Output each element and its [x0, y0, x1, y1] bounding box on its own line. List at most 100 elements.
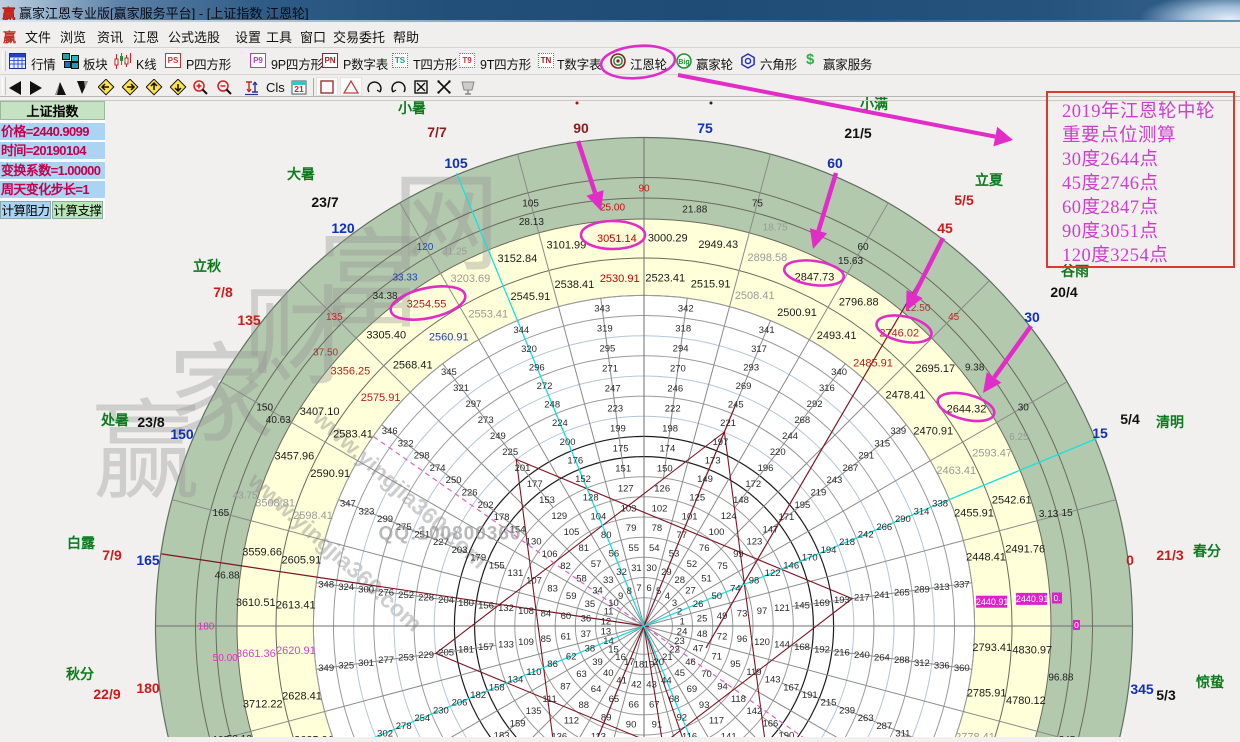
svg-text:183: 183	[494, 731, 510, 737]
svg-text:2515.91: 2515.91	[691, 278, 731, 290]
svg-text:0.: 0.	[1053, 593, 1060, 603]
svg-text:小暑: 小暑	[398, 100, 426, 116]
svg-text:269: 269	[736, 381, 752, 392]
svg-text:111: 111	[542, 694, 556, 705]
svg-text:254: 254	[414, 713, 430, 724]
svg-text:93: 93	[699, 700, 710, 711]
svg-text:42: 42	[631, 679, 642, 690]
svg-text:121: 121	[774, 603, 790, 614]
svg-text:153: 153	[539, 495, 555, 506]
svg-text:2778.41: 2778.41	[955, 732, 995, 737]
svg-text:3051.14: 3051.14	[597, 233, 637, 245]
svg-text:294: 294	[673, 343, 689, 354]
svg-text:6: 6	[646, 583, 651, 594]
svg-text:46.88: 46.88	[215, 571, 240, 582]
svg-text:8: 8	[627, 586, 632, 597]
svg-text:287: 287	[876, 721, 892, 732]
svg-text:77: 77	[677, 530, 688, 541]
svg-text:29: 29	[661, 567, 672, 578]
svg-text:173: 173	[705, 456, 721, 467]
svg-text:90: 90	[638, 184, 650, 195]
svg-text:336: 336	[934, 661, 950, 672]
svg-text:Big: Big	[678, 59, 689, 66]
svg-text:298: 298	[414, 451, 430, 462]
svg-text:3457.96: 3457.96	[275, 450, 315, 462]
svg-text:149: 149	[697, 474, 713, 485]
svg-text:220: 220	[770, 447, 786, 458]
svg-text:44: 44	[661, 675, 672, 686]
svg-text:120: 120	[331, 220, 355, 236]
svg-text:127: 127	[618, 483, 634, 494]
svg-text:295: 295	[599, 343, 615, 354]
svg-text:96: 96	[737, 634, 748, 645]
svg-text:9.38: 9.38	[965, 363, 985, 374]
svg-text:170: 170	[802, 553, 818, 564]
svg-text:60: 60	[827, 155, 843, 171]
svg-text:135: 135	[237, 312, 261, 328]
svg-text:99: 99	[733, 549, 744, 560]
svg-text:82: 82	[560, 561, 571, 572]
svg-text:3000.29: 3000.29	[648, 233, 688, 245]
svg-text:2470.91: 2470.91	[913, 426, 953, 438]
svg-text:222: 222	[665, 403, 681, 414]
svg-text:36: 36	[581, 614, 592, 625]
svg-text:181: 181	[458, 645, 474, 656]
svg-text:23/8: 23/8	[137, 414, 164, 430]
svg-text:182: 182	[470, 690, 486, 701]
svg-text:75: 75	[717, 561, 728, 572]
svg-text:159: 159	[510, 718, 526, 729]
svg-text:246: 246	[667, 383, 683, 394]
svg-text:346: 346	[382, 426, 398, 437]
svg-text:347: 347	[340, 499, 356, 510]
svg-text:203: 203	[452, 545, 468, 556]
svg-text:196: 196	[758, 463, 774, 474]
svg-text:339: 339	[890, 426, 906, 437]
svg-text:319: 319	[597, 324, 613, 335]
svg-text:23: 23	[674, 636, 685, 647]
svg-text:2560.91: 2560.91	[429, 332, 469, 344]
svg-text:2538.41: 2538.41	[555, 279, 595, 291]
svg-text:7/9: 7/9	[102, 547, 122, 563]
svg-text:92: 92	[677, 713, 688, 724]
svg-text:5/3: 5/3	[1156, 687, 1176, 703]
svg-text:58: 58	[576, 573, 587, 584]
svg-text:2478.41: 2478.41	[886, 390, 926, 402]
svg-text:20/4: 20/4	[1050, 284, 1077, 300]
svg-text:241: 241	[874, 590, 890, 601]
svg-text:191: 191	[802, 690, 818, 701]
svg-text:66: 66	[628, 699, 639, 710]
svg-text:57: 57	[591, 559, 602, 570]
svg-text:126: 126	[654, 483, 670, 494]
svg-text:大暑: 大暑	[287, 166, 315, 182]
svg-text:2568.41: 2568.41	[393, 359, 433, 371]
svg-text:293: 293	[743, 362, 759, 373]
svg-text:40: 40	[603, 668, 614, 679]
svg-text:179: 179	[470, 553, 486, 564]
svg-text:253: 253	[398, 653, 414, 664]
svg-text:2796.88: 2796.88	[839, 296, 879, 308]
svg-text:165: 165	[213, 508, 230, 519]
svg-text:341: 341	[759, 325, 775, 336]
svg-text:97: 97	[757, 606, 768, 617]
svg-text:69: 69	[687, 684, 698, 695]
svg-text:272: 272	[537, 381, 553, 392]
svg-text:217: 217	[854, 593, 870, 604]
svg-text:131: 131	[507, 568, 523, 579]
svg-text:2440.91: 2440.91	[976, 597, 1009, 607]
svg-text:2: 2	[677, 607, 682, 618]
svg-text:34.38: 34.38	[373, 291, 398, 302]
svg-text:4: 4	[665, 591, 670, 602]
svg-text:3661.36: 3661.36	[236, 648, 276, 660]
svg-text:321: 321	[453, 383, 469, 394]
svg-text:0: 0	[1074, 620, 1079, 630]
svg-text:119: 119	[746, 667, 761, 678]
svg-text:133: 133	[498, 640, 514, 651]
svg-text:2530.91: 2530.91	[600, 273, 640, 285]
svg-text:30: 30	[1018, 403, 1030, 414]
svg-text:45: 45	[948, 312, 960, 323]
svg-text:31: 31	[631, 563, 642, 574]
svg-text:344: 344	[513, 325, 529, 336]
svg-text:318: 318	[675, 324, 691, 335]
svg-text:46: 46	[685, 657, 696, 668]
svg-text:43: 43	[646, 679, 657, 690]
